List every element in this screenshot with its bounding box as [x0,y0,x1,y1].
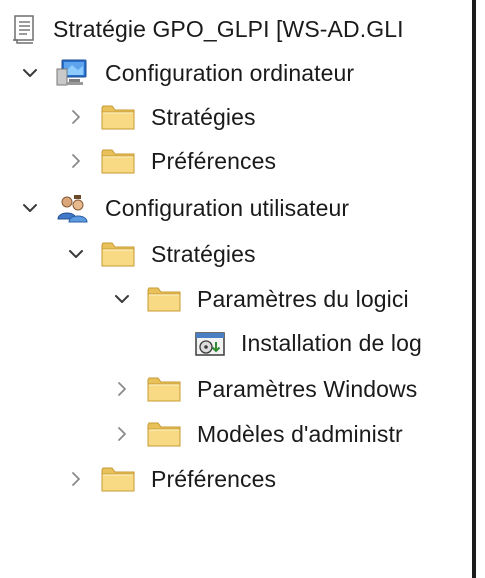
tree-node-label: Préférences [151,466,277,492]
tree-node-user-configuration[interactable]: Configuration utilisateur [20,186,352,230]
users-icon [54,192,90,224]
folder-icon [146,418,182,450]
tree-node-user-preferences[interactable]: Préférences [66,457,279,501]
tree-node-label: Paramètres Windows [197,376,418,402]
folder-icon [100,145,136,177]
chevron-down-icon[interactable] [112,289,132,309]
tree-node-computer-policies[interactable]: Stratégies [66,95,259,139]
tree-node-software-installation[interactable]: Installation de log [192,321,425,365]
computer-icon [54,57,90,89]
tree-node-label: Configuration utilisateur [105,195,350,221]
tree-node-label: Préférences [151,148,277,174]
chevron-right-icon[interactable] [66,107,86,127]
policy-document-icon [6,13,42,45]
chevron-down-icon[interactable] [66,244,86,264]
folder-icon [146,283,182,315]
folder-icon [146,373,182,405]
folder-icon [100,101,136,133]
chevron-right-icon[interactable] [66,151,86,171]
folder-icon [100,463,136,495]
folder-icon [100,238,136,270]
chevron-right-icon[interactable] [112,424,132,444]
tree-node-user-policies[interactable]: Stratégies [66,232,259,276]
tree-node-administrative-templates[interactable]: Modèles d'administr [112,412,406,456]
tree-node-label: Configuration ordinateur [105,60,355,86]
tree-node-windows-settings[interactable]: Paramètres Windows [112,367,420,411]
tree-node-software-settings[interactable]: Paramètres du logici [112,277,412,321]
chevron-down-icon[interactable] [20,198,40,218]
tree-node-label: Stratégies [151,241,256,267]
gpo-tree-view: Stratégie GPO_GLPI [WS-AD.GLI Configurat… [0,0,472,578]
tree-node-label: Stratégies [151,104,256,130]
tree-node-computer-preferences[interactable]: Préférences [66,139,279,183]
tree-node-label: Modèles d'administr [197,421,403,447]
tree-node-root[interactable]: Stratégie GPO_GLPI [WS-AD.GLI [6,7,407,51]
tree-node-label: Paramètres du logici [197,286,409,312]
chevron-down-icon[interactable] [20,63,40,83]
tree-node-label: Stratégie GPO_GLPI [WS-AD.GLI [53,16,404,42]
software-install-icon [192,327,228,359]
pane-divider[interactable] [472,0,476,578]
chevron-right-icon[interactable] [112,379,132,399]
chevron-right-icon[interactable] [66,469,86,489]
tree-node-computer-configuration[interactable]: Configuration ordinateur [20,51,357,95]
tree-node-label: Installation de log [241,330,422,356]
